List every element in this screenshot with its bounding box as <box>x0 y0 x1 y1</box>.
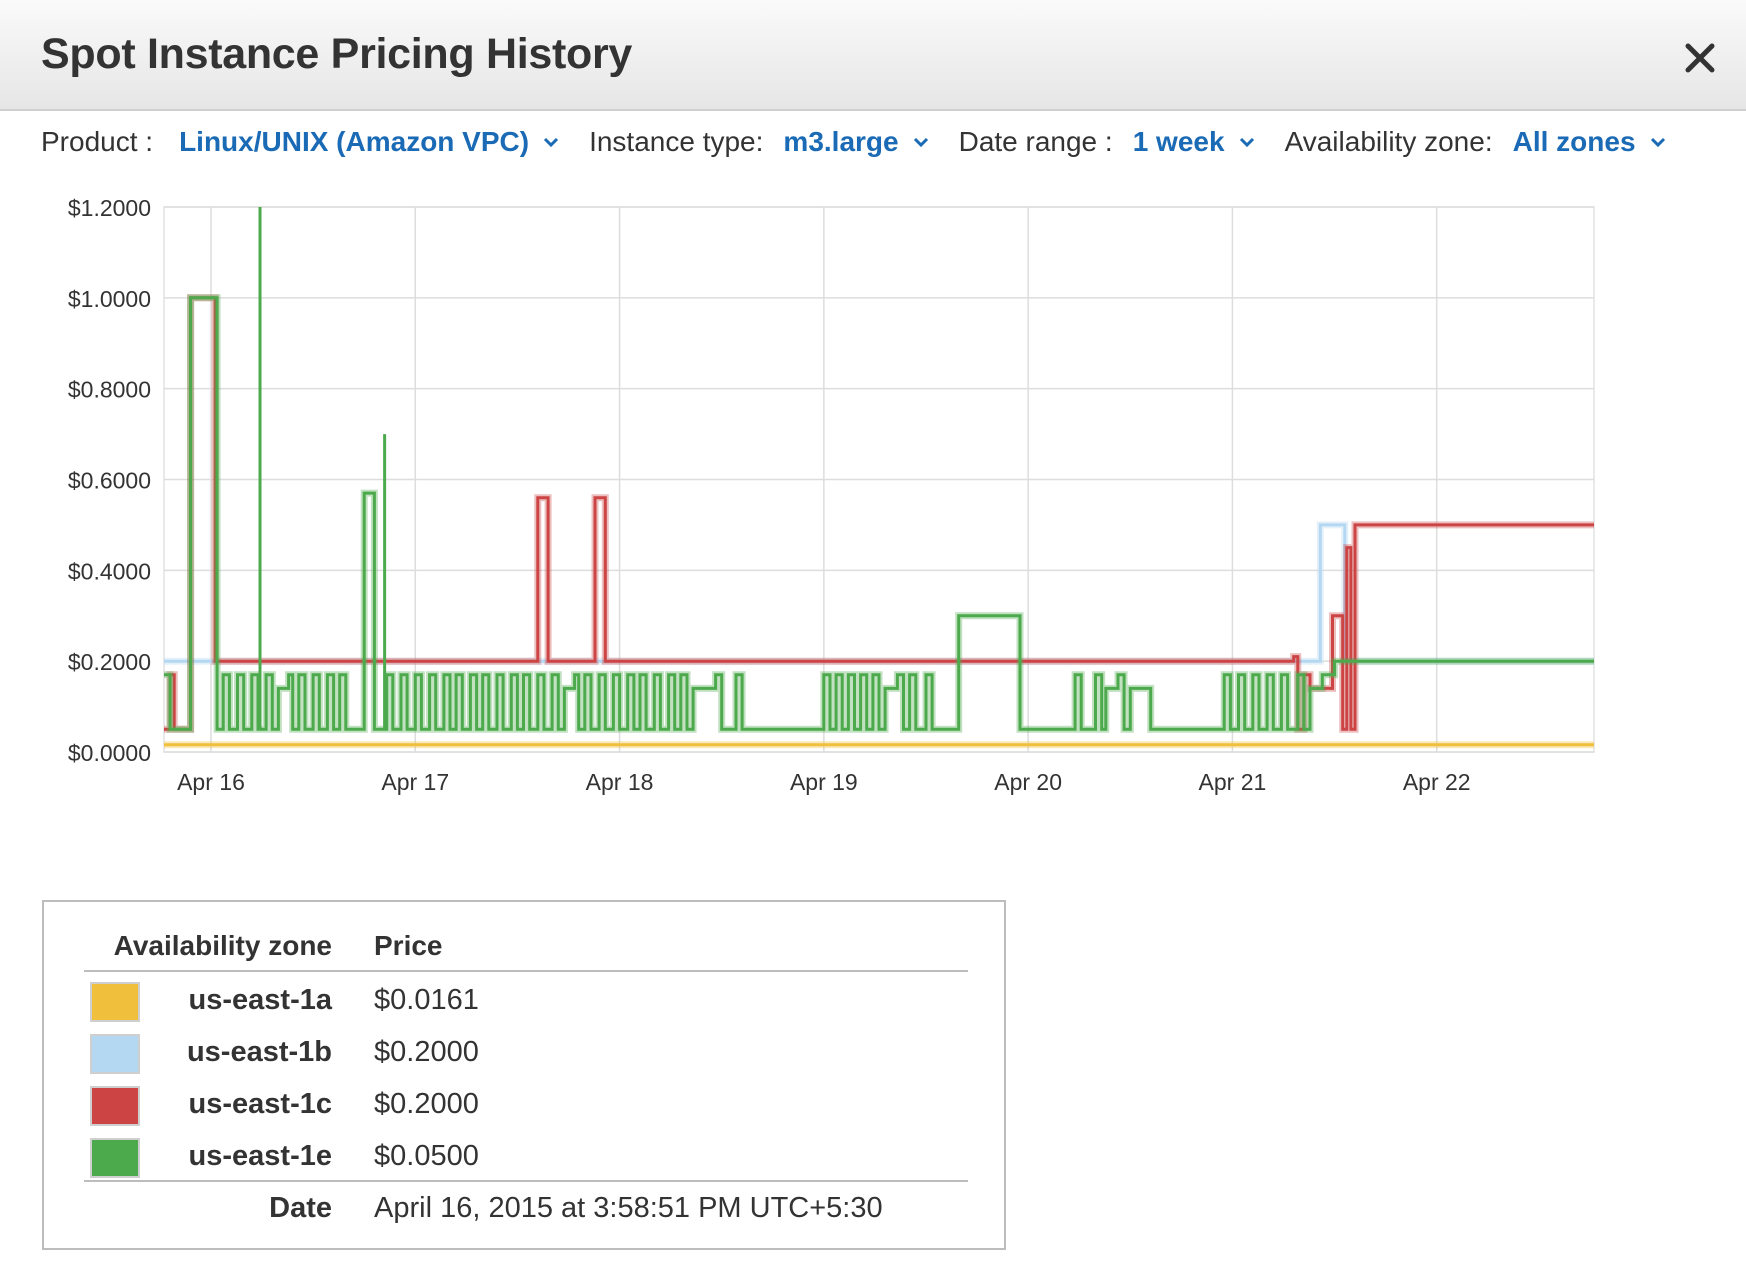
availability-zone-dropdown[interactable]: All zones <box>1513 126 1666 158</box>
dialog-title: Spot Instance Pricing History <box>41 30 633 78</box>
product-value: Linux/UNIX (Amazon VPC) <box>179 126 530 157</box>
product-dropdown[interactable]: Linux/UNIX (Amazon VPC) <box>179 126 559 158</box>
filter-bar: Product : Linux/UNIX (Amazon VPC) Instan… <box>41 122 1666 162</box>
pricing-history-chart[interactable]: $0.0000 $0.2000 $0.4000 $0.6000 $0.8000 $1.00… <box>0 180 1746 820</box>
x-tick-label: Apr 20 <box>994 769 1062 795</box>
y-tick-label: $1.2000 <box>68 195 151 221</box>
zone-color-swatch <box>90 1138 140 1178</box>
close-icon[interactable] <box>1680 38 1720 78</box>
x-tick-label: Apr 19 <box>790 769 858 795</box>
instance-type-value: m3.large <box>783 126 899 157</box>
date-range-dropdown[interactable]: 1 week <box>1133 126 1255 158</box>
legend-row: us-east-1e $0.0500 <box>44 1134 1004 1186</box>
y-tick-label: $0.8000 <box>68 377 151 403</box>
y-tick-label: $0.6000 <box>68 468 151 494</box>
legend-row: us-east-1b $0.2000 <box>44 1030 1004 1082</box>
date-range-label: Date range : <box>958 126 1113 157</box>
date-range-value: 1 week <box>1132 126 1225 157</box>
x-tick-label: Apr 16 <box>177 769 245 795</box>
date-value: April 16, 2015 at 3:58:51 PM UTC+5:30 <box>374 1192 883 1224</box>
zone-price: $0.2000 <box>374 1088 479 1120</box>
legend-divider <box>84 1180 968 1182</box>
price-legend-table: Availability zone Price us-east-1a $0.01… <box>42 900 1006 1250</box>
zone-color-swatch <box>90 982 140 1022</box>
availability-zone-label: Availability zone: <box>1284 126 1493 157</box>
zone-name: us-east-1b <box>186 1036 332 1068</box>
instance-type-label: Instance type: <box>589 126 764 157</box>
y-tick-label: $0.0000 <box>68 740 151 766</box>
zone-name: us-east-1e <box>188 1140 332 1172</box>
instance-type-dropdown[interactable]: m3.large <box>783 126 928 158</box>
chevron-down-icon <box>913 137 928 148</box>
zone-color-swatch <box>90 1086 140 1126</box>
availability-zone-value: All zones <box>1512 126 1636 157</box>
zone-price: $0.0500 <box>374 1140 479 1172</box>
y-tick-label: $1.0000 <box>68 286 151 312</box>
chevron-down-icon <box>544 137 559 148</box>
legend-row: us-east-1a $0.0161 <box>44 978 1004 1030</box>
chevron-down-icon <box>1239 137 1254 148</box>
chevron-down-icon <box>1650 137 1665 148</box>
zone-name: us-east-1c <box>188 1088 332 1120</box>
legend-divider <box>84 970 968 972</box>
chart-grid <box>163 206 1595 753</box>
date-label: Date <box>269 1192 332 1224</box>
x-tick-label: Apr 22 <box>1403 769 1471 795</box>
zone-color-swatch <box>90 1034 140 1074</box>
dialog-header: Spot Instance Pricing History <box>0 0 1746 111</box>
zone-price: $0.2000 <box>374 1036 479 1068</box>
y-tick-label: $0.2000 <box>68 649 151 675</box>
x-tick-label: Apr 18 <box>586 769 654 795</box>
legend-date-row: Date April 16, 2015 at 3:58:51 PM UTC+5:… <box>44 1186 1004 1238</box>
price-header: Price <box>374 930 443 961</box>
availability-zone-header: Availability zone <box>113 930 332 961</box>
legend-row: us-east-1c $0.2000 <box>44 1082 1004 1134</box>
zone-price: $0.0161 <box>374 984 479 1016</box>
zone-name: us-east-1a <box>188 984 332 1016</box>
product-label: Product : <box>41 126 154 157</box>
y-tick-label: $0.4000 <box>68 558 151 584</box>
x-tick-label: Apr 17 <box>381 769 449 795</box>
x-tick-label: Apr 21 <box>1199 769 1267 795</box>
